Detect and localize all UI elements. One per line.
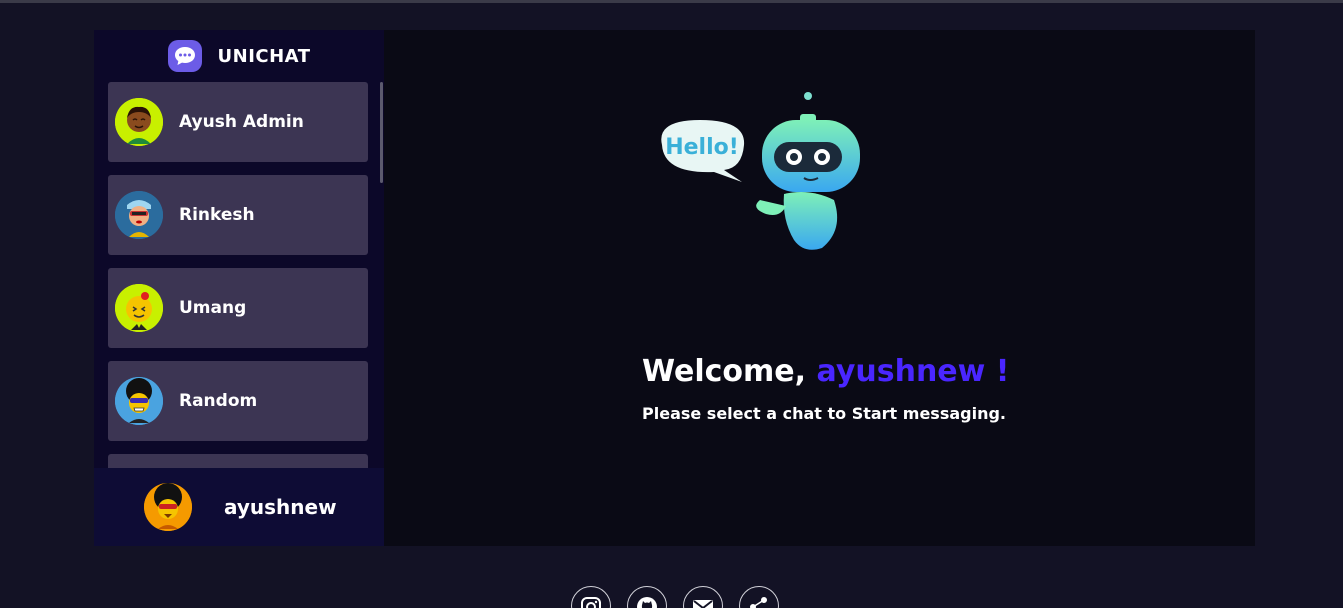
welcome-username: ayushnew ! — [816, 354, 1010, 389]
avatar — [115, 98, 163, 146]
sidebar: UNICHAT Ayush Admin Rinkesh Umang Random… — [94, 30, 384, 546]
chat-logo-icon — [167, 40, 202, 72]
share-icon[interactable] — [739, 586, 779, 608]
main-panel: Hello! Welcome, ayushnew ! Please select… — [384, 30, 1255, 546]
chat-list[interactable]: Ayush Admin Rinkesh Umang Random — [108, 82, 368, 468]
chat-app: UNICHAT Ayush Admin Rinkesh Umang Random… — [94, 30, 1255, 546]
welcome-prefix: Welcome, — [642, 354, 817, 389]
welcome-heading: Welcome, ayushnew ! — [642, 354, 1010, 389]
avatar — [115, 377, 163, 425]
current-user-profile[interactable]: ayushnew — [94, 468, 384, 546]
github-icon[interactable] — [627, 586, 667, 608]
chat-item-label: Ayush Admin — [179, 112, 304, 132]
chat-item-umang[interactable]: Umang — [108, 268, 368, 348]
browser-top-border — [0, 0, 1343, 3]
chat-item-rinkesh[interactable]: Rinkesh — [108, 175, 368, 255]
welcome-subtitle: Please select a chat to Start messaging. — [642, 404, 1006, 423]
chat-item-random[interactable]: Random — [108, 361, 368, 441]
chat-item-partial[interactable] — [108, 454, 368, 468]
chat-item-label: Rinkesh — [179, 205, 255, 225]
chat-item-label: Umang — [179, 298, 247, 318]
avatar — [115, 284, 163, 332]
social-links — [571, 586, 779, 608]
chat-item-label: Random — [179, 391, 258, 411]
hello-bubble-text: Hello! — [665, 135, 739, 160]
brand-header: UNICHAT — [94, 30, 384, 82]
robot-illustration: Hello! — [654, 90, 874, 264]
chat-item-ayush-admin[interactable]: Ayush Admin — [108, 82, 368, 162]
avatar — [144, 483, 192, 531]
instagram-icon[interactable] — [571, 586, 611, 608]
current-user-name: ayushnew — [224, 495, 337, 519]
brand-title: UNICHAT — [217, 45, 311, 67]
chat-list-scrollbar[interactable] — [380, 82, 383, 183]
mail-icon[interactable] — [683, 586, 723, 608]
avatar — [115, 191, 163, 239]
